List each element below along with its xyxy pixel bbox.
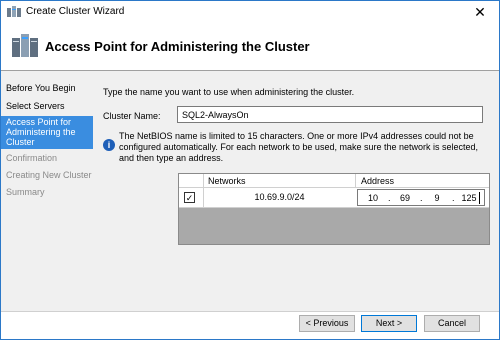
footer-divider: [1, 311, 499, 312]
ip-dot: .: [388, 193, 391, 203]
ip-octet-3[interactable]: 9: [426, 193, 448, 203]
ip-dot: .: [452, 193, 455, 203]
network-checkbox[interactable]: ✓: [184, 192, 195, 203]
ip-octet-2[interactable]: 69: [394, 193, 416, 203]
column-separator: [203, 174, 204, 188]
cluster-servers-icon: [12, 34, 38, 57]
wizard-window: Create Cluster Wizard ✕ Access Point for…: [0, 0, 500, 340]
window-title: Create Cluster Wizard: [26, 6, 125, 17]
cancel-button[interactable]: Cancel: [424, 315, 480, 332]
cluster-app-icon: [7, 6, 21, 17]
text-caret: [479, 192, 480, 204]
title-bar: Create Cluster Wizard ✕: [1, 1, 499, 23]
nav-item-creating-new-cluster: Creating New Cluster: [6, 170, 92, 180]
column-header-address[interactable]: Address: [361, 176, 394, 186]
wizard-content: Type the name you want to use when admin…: [93, 71, 499, 311]
wizard-steps-nav: Before You Begin Select Servers Access P…: [1, 71, 93, 311]
networks-grid: Networks Address ✓ 10.69.9.0/24 10 . 69 …: [178, 173, 490, 245]
page-title: Access Point for Administering the Clust…: [45, 39, 310, 54]
nav-item-select-servers[interactable]: Select Servers: [1, 101, 93, 111]
checkmark-icon: ✓: [185, 193, 194, 203]
ip-octet-4[interactable]: 125: [458, 193, 480, 203]
nav-item-before-you-begin[interactable]: Before You Begin: [1, 83, 93, 93]
column-separator: [355, 174, 356, 188]
nav-item-access-point[interactable]: Access Point for Administering the Clust…: [1, 116, 93, 149]
nav-item-confirmation: Confirmation: [6, 153, 58, 163]
close-button[interactable]: ✕: [461, 1, 499, 23]
cluster-name-input[interactable]: [177, 106, 483, 123]
wizard-header: Access Point for Administering the Clust…: [1, 23, 499, 71]
network-cell: 10.69.9.0/24: [203, 188, 355, 207]
cluster-name-label: Cluster Name:: [103, 111, 161, 121]
nav-item-summary: Summary: [6, 187, 45, 197]
ip-dot: .: [420, 193, 423, 203]
next-button[interactable]: Next >: [361, 315, 417, 332]
close-icon: ✕: [474, 3, 486, 20]
column-header-networks[interactable]: Networks: [208, 176, 246, 186]
instruction-text: Type the name you want to use when admin…: [103, 87, 355, 97]
ip-address-input[interactable]: 10 . 69 . 9 . 125: [357, 189, 485, 206]
info-icon: i: [103, 139, 115, 151]
ip-octet-1[interactable]: 10: [362, 193, 384, 203]
grid-header: Networks Address: [179, 174, 489, 188]
table-row: ✓ 10.69.9.0/24 10 . 69 . 9 . 125: [179, 188, 489, 208]
info-message: The NetBIOS name is limited to 15 charac…: [119, 131, 479, 163]
previous-button[interactable]: < Previous: [299, 315, 355, 332]
